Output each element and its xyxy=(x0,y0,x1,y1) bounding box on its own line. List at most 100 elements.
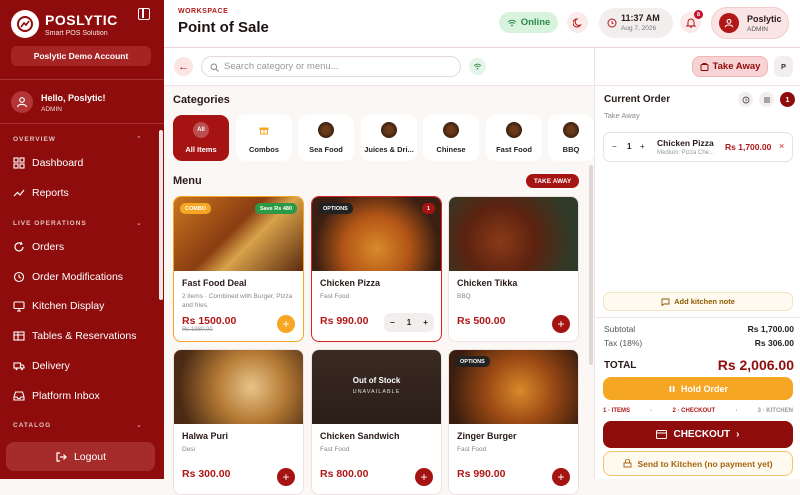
category-all-items[interactable]: All All Items xyxy=(173,115,229,161)
menu-scrollbar[interactable] xyxy=(589,165,593,365)
category-label: BBQ xyxy=(562,145,580,154)
category-bbq[interactable]: BBQ xyxy=(548,115,594,161)
user-icon xyxy=(11,91,33,113)
item-price: Rs 500.00 xyxy=(457,315,506,327)
history-icon[interactable] xyxy=(738,92,753,107)
section-catalog[interactable]: CATALOG xyxy=(13,422,51,429)
nav-label: Order Modifications xyxy=(32,271,124,283)
notification-count-badge: 8 xyxy=(694,10,703,19)
decrement-button[interactable]: − xyxy=(612,142,617,151)
settings-icon[interactable] xyxy=(759,92,774,107)
order-mode: Take Away xyxy=(604,111,640,120)
item-price: Rs 300.00 xyxy=(182,468,231,480)
item-category: Fast Food xyxy=(457,446,487,453)
increment-button[interactable]: + xyxy=(640,142,645,151)
chevron-up-icon[interactable]: ⌃ xyxy=(136,135,142,143)
bell-icon xyxy=(685,18,696,28)
dark-mode-toggle[interactable] xyxy=(567,12,588,33)
online-status-badge[interactable]: Online xyxy=(499,12,558,33)
add-button[interactable]: + xyxy=(552,315,570,333)
nav-orders[interactable]: Orders xyxy=(13,239,64,255)
nav-label: Orders xyxy=(32,241,65,253)
menu-heading: Menu xyxy=(173,175,202,187)
unavailable-label: UNAVAILABLE xyxy=(352,389,401,395)
nav-platform-inbox[interactable]: Platform Inbox xyxy=(13,388,100,404)
add-button[interactable]: + xyxy=(277,468,295,486)
profile-menu[interactable]: Poslytic ADMIN xyxy=(711,7,789,39)
nav-delivery[interactable]: Delivery xyxy=(13,358,70,374)
section-live-operations[interactable]: LIVE OPERATIONS xyxy=(13,220,87,227)
item-name: Fast Food Deal xyxy=(182,278,247,288)
nav-label: Dashboard xyxy=(32,157,84,169)
sidebar-scrollbar[interactable] xyxy=(159,130,163,300)
gift-icon xyxy=(256,122,272,138)
chevron-down-icon[interactable]: ⌄ xyxy=(136,421,142,429)
account-selector[interactable]: Poslytic Demo Account xyxy=(11,46,151,66)
menu-card-zinger-burger[interactable]: OPTIONS Zinger Burger Fast Food Rs 990.0… xyxy=(448,349,579,495)
category-fast-food[interactable]: Fast Food xyxy=(486,115,542,161)
search-input[interactable]: Search category or menu... xyxy=(201,56,461,77)
back-button[interactable]: ← xyxy=(174,57,193,76)
total-label: TOTAL xyxy=(604,359,637,371)
category-label: Sea Food xyxy=(309,145,343,154)
item-name: Halwa Puri xyxy=(182,431,229,441)
add-button[interactable]: + xyxy=(552,468,570,486)
decrement-button[interactable]: − xyxy=(390,318,395,327)
add-button[interactable]: + xyxy=(415,468,433,486)
nav-order-modifications[interactable]: Order Modifications xyxy=(13,269,123,285)
category-thumbnail xyxy=(506,122,522,138)
take-away-toggle[interactable]: Take Away xyxy=(692,56,768,77)
logout-button[interactable]: Logout xyxy=(6,442,155,471)
nav-dashboard[interactable]: Dashboard xyxy=(13,155,83,171)
logout-icon xyxy=(56,451,67,462)
add-kitchen-note-button[interactable]: Add kitchen note xyxy=(603,292,793,311)
order-line-item[interactable]: − 1 + Chicken Pizza Medium: Pizza Che...… xyxy=(603,132,793,162)
order-title: Current Order xyxy=(604,94,671,105)
menu-card-chicken-tikka[interactable]: Chicken Tikka BBQ Rs 500.00 + xyxy=(448,196,579,342)
top-bar: WORKSPACE Point of Sale Online 11:37 AM … xyxy=(164,0,800,48)
collapse-sidebar-icon[interactable] xyxy=(138,8,150,20)
inbox-icon xyxy=(13,391,25,401)
remove-icon[interactable]: × xyxy=(779,141,784,151)
wifi-icon xyxy=(507,19,517,26)
increment-button[interactable]: + xyxy=(423,318,428,327)
category-sea-food[interactable]: Sea Food xyxy=(298,115,354,161)
p-button[interactable]: P xyxy=(774,56,793,77)
workspace-label: WORKSPACE xyxy=(178,8,229,15)
category-thumbnail xyxy=(318,122,334,138)
quantity-stepper[interactable]: − 1 + xyxy=(384,313,434,332)
menu-card-halwa-puri[interactable]: Halwa Puri Desi Rs 300.00 + xyxy=(173,349,304,495)
chevron-down-icon[interactable]: ⌄ xyxy=(136,219,142,227)
item-category: BBQ xyxy=(457,293,471,300)
nav-kitchen-display[interactable]: Kitchen Display xyxy=(13,298,104,314)
nav-label: Tables & Reservations xyxy=(32,330,137,342)
category-chinese[interactable]: Chinese xyxy=(423,115,479,161)
category-thumbnail xyxy=(563,122,579,138)
add-button[interactable]: + xyxy=(277,315,295,333)
grid-icon xyxy=(13,157,25,169)
subtotal-label: Subtotal xyxy=(604,324,636,334)
checkout-steps: 1 · ITEMS › 2 · CHECKOUT › 3 · KITCHEN xyxy=(603,408,793,414)
nav-reports[interactable]: Reports xyxy=(13,185,69,201)
hold-order-button[interactable]: Hold Order xyxy=(603,377,793,400)
menu-card-fast-food-deal[interactable]: COMBO Save Rs 480 Fast Food Deal 2 items… xyxy=(173,196,304,342)
send-to-kitchen-button[interactable]: Send to Kitchen (no payment yet) xyxy=(603,451,793,476)
user-role: ADMIN xyxy=(41,106,62,113)
sidebar: POSLYTIC Smart POS Solution Poslytic Dem… xyxy=(0,0,164,479)
section-overview[interactable]: OVERVIEW xyxy=(13,136,56,143)
divider xyxy=(595,317,800,318)
nav-tables-reservations[interactable]: Tables & Reservations xyxy=(13,328,136,344)
combo-tag: COMBO xyxy=(180,203,212,214)
item-name: Zinger Burger xyxy=(457,431,517,441)
item-price: Rs 800.00 xyxy=(320,468,369,480)
category-juices-drinks[interactable]: Juices & Dri... xyxy=(361,115,417,161)
category-combos[interactable]: Combos xyxy=(236,115,292,161)
connection-icon[interactable] xyxy=(469,58,486,75)
checkout-button[interactable]: CHECKOUT › xyxy=(603,421,793,448)
item-price: Rs 990.00 xyxy=(320,315,369,327)
menu-card-chicken-pizza[interactable]: OPTIONS 1 Chicken Pizza Fast Food Rs 990… xyxy=(311,196,442,342)
total-value: Rs 2,006.00 xyxy=(717,357,794,373)
nav-label: Delivery xyxy=(32,360,70,372)
tax-row: Tax (18%) Rs 306.00 xyxy=(604,338,794,348)
menu-card-chicken-sandwich[interactable]: Out of Stock UNAVAILABLE Chicken Sandwic… xyxy=(311,349,442,495)
